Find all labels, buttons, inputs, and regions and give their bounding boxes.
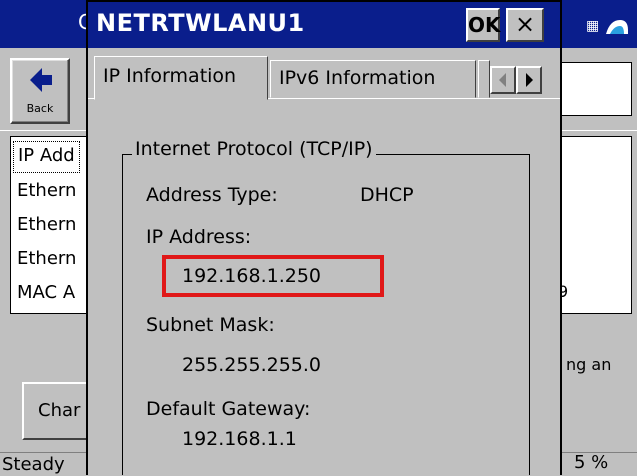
address-type-label: Address Type: (146, 184, 278, 206)
ok-button[interactable]: OK (466, 8, 501, 42)
tab-partial[interactable] (478, 60, 490, 98)
network-properties-dialog: NETRTWLANU1 OK × IP Information IPv6 Inf… (86, 0, 562, 475)
background-description-fragment: ng an (566, 355, 612, 374)
group-box-label: Internet Protocol (TCP/IP) (132, 138, 376, 160)
change-button[interactable]: Char (22, 382, 92, 440)
list-item[interactable]: IP Add (13, 141, 80, 173)
tray-status-icon[interactable]: ▦ (586, 19, 599, 33)
ip-address-label: IP Address: (146, 226, 252, 248)
scroll-right-icon (526, 73, 533, 87)
list-item[interactable]: Ethern (17, 209, 76, 241)
back-button[interactable]: Back (10, 58, 70, 124)
tab-scroll-right-button[interactable] (516, 66, 542, 94)
tray-network-icon[interactable] (604, 16, 630, 36)
tab-scroll-left-button[interactable] (490, 66, 516, 94)
address-type-value: DHCP (360, 184, 414, 206)
dialog-title-bar: NETRTWLANU1 OK × (88, 2, 560, 48)
tab-ipv6-information[interactable]: IPv6 Information (270, 60, 476, 98)
change-button-label: Char (38, 400, 81, 421)
status-text: Steady (2, 454, 65, 475)
ip-address-highlight-box (162, 255, 384, 297)
list-item[interactable]: Ethern (17, 243, 76, 275)
subnet-mask-label: Subnet Mask: (146, 314, 275, 336)
back-arrow-icon (30, 68, 52, 92)
list-item[interactable]: MAC A (17, 277, 75, 309)
default-gateway-label: Default Gateway: (146, 398, 311, 420)
default-gateway-value: 192.168.1.1 (182, 428, 297, 450)
back-label: Back (26, 102, 54, 115)
scroll-left-icon (499, 73, 506, 87)
status-percent: 5 % (574, 452, 609, 473)
close-button[interactable]: × (506, 8, 544, 42)
tab-ip-information[interactable]: IP Information (94, 56, 268, 100)
dialog-title: NETRTWLANU1 (96, 9, 305, 37)
subnet-mask-value: 255.255.255.0 (182, 354, 322, 376)
list-item[interactable]: Ethern (17, 175, 76, 207)
